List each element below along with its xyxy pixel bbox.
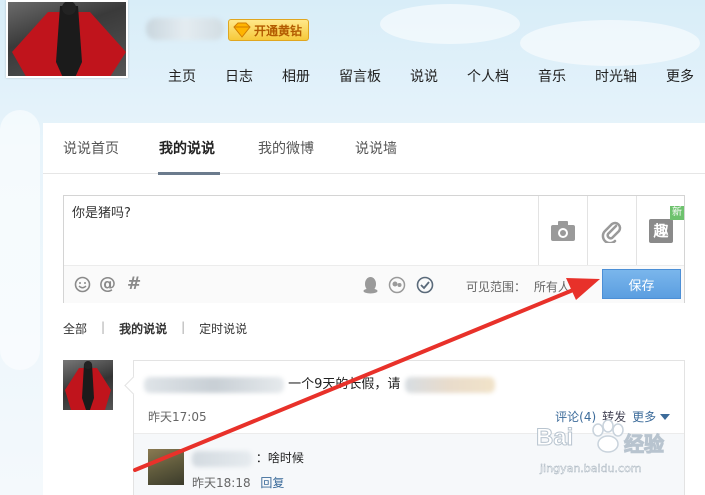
comment-content: ：啥时候 (255, 451, 304, 465)
paperclip-icon (601, 221, 622, 243)
nav-item-more[interactable]: 更多 (666, 66, 694, 86)
reply-link[interactable]: 回复 (260, 476, 284, 490)
comment-time: 昨天18:18 (192, 476, 251, 490)
post-time: 昨天17:05 (148, 410, 207, 424)
save-button[interactable]: 保存 (602, 269, 681, 299)
vip-button-label: 开通黄钻 (254, 23, 303, 38)
mention-icon[interactable]: @ (99, 274, 116, 294)
superman-figure-image (12, 2, 126, 76)
watermark-brand-suffix: 经验 (624, 432, 665, 457)
nav-item-shuoshuo[interactable]: 说说 (410, 66, 438, 86)
nav-item-home[interactable]: 主页 (168, 66, 196, 86)
nav-item-music[interactable]: 音乐 (538, 66, 566, 86)
fun-icon: 趣 (649, 218, 673, 243)
cloud-decoration (380, 4, 520, 44)
top-navigation: 主页 日志 相册 留言板 说说 个人档 音乐 时光轴 更多 (168, 66, 694, 86)
nav-item-timeline[interactable]: 时光轴 (595, 66, 637, 86)
comment-text: ：啥时候 (192, 449, 304, 467)
filter-separator: | (181, 320, 186, 334)
tab-shuoshuo-home[interactable]: 说说首页 (63, 138, 119, 158)
tab-my-shuoshuo[interactable]: 我的说说 (159, 138, 215, 158)
nav-item-album[interactable]: 相册 (282, 66, 310, 86)
commenter-avatar[interactable] (148, 449, 184, 485)
superman-figure-image (65, 361, 111, 410)
tab-bar: 说说首页 我的说说 我的微博 说说墙 (43, 123, 705, 175)
qq-penguin-icon[interactable] (362, 276, 379, 294)
nav-item-blog[interactable]: 日志 (225, 66, 253, 86)
blurred-text (144, 376, 284, 393)
new-badge: 新 (670, 206, 684, 220)
fun-button[interactable]: 趣 新 (636, 196, 685, 265)
camera-icon (551, 220, 575, 241)
baidu-jingyan-watermark: Bai 经验 jingyan.baidu.com (535, 418, 671, 484)
visible-range-value: 所有人 (533, 280, 570, 294)
visible-range-label: 可见范围： (466, 280, 527, 294)
blurred-text (404, 376, 495, 393)
vip-yellow-diamond-button[interactable]: 开通黄钻 (228, 19, 310, 41)
composer-toolbar: @ # 可见范围： 所有人 保存 (64, 265, 684, 303)
active-tab-indicator (158, 172, 220, 175)
timer-check-icon[interactable] (416, 276, 434, 294)
blurred-username (146, 18, 224, 40)
filter-separator: | (101, 320, 106, 334)
post-text-input[interactable]: 你是猪吗? (64, 196, 538, 265)
profile-avatar[interactable] (6, 0, 128, 78)
nav-item-profile[interactable]: 个人档 (467, 66, 509, 86)
nav-item-guestbook[interactable]: 留言板 (339, 66, 381, 86)
filter-all[interactable]: 全部 (63, 320, 87, 337)
visible-range[interactable]: 可见范围： 所有人 (466, 278, 570, 295)
post-author-avatar[interactable] (63, 360, 113, 410)
watermark-brand: Bai (535, 424, 574, 452)
emoji-icon[interactable] (74, 276, 91, 293)
filter-my-shuoshuo[interactable]: 我的说说 (119, 320, 167, 337)
blurred-commenter-name (192, 450, 252, 467)
post-composer: 你是猪吗? 趣 新 @ # 可见范围： 所有人 保存 (63, 195, 685, 303)
hashtag-icon[interactable]: # (127, 274, 141, 294)
friends-icon[interactable] (388, 276, 406, 294)
tab-shuoshuo-wall[interactable]: 说说墙 (355, 138, 397, 158)
link-button[interactable] (587, 196, 636, 265)
post-filters: 全部 | 我的说说 | 定时说说 (63, 320, 261, 337)
watermark-url: jingyan.baidu.com (540, 462, 642, 475)
diamond-icon (233, 22, 251, 38)
filter-scheduled[interactable]: 定时说说 (199, 320, 247, 337)
post-text: 一个9天的长假，请 (144, 373, 495, 393)
post-text-visible: 一个9天的长假，请 (288, 377, 401, 392)
tab-my-weibo[interactable]: 我的微博 (258, 138, 314, 158)
composer-side-tools: 趣 新 (538, 196, 685, 265)
cloud-decoration (0, 110, 40, 370)
comment-meta: 昨天18:18 回复 (192, 474, 284, 491)
cloud-decoration (520, 20, 700, 66)
camera-button[interactable] (538, 196, 587, 265)
